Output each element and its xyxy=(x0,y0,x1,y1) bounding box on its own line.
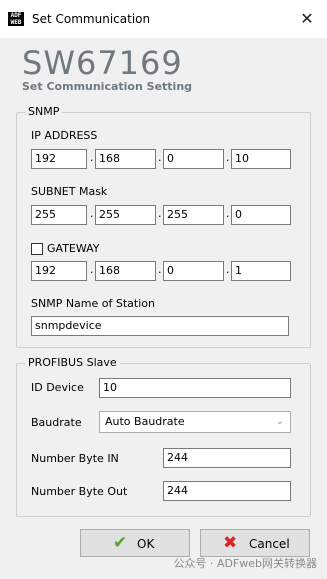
baudrate-label: Baudrate xyxy=(31,416,82,429)
gateway-dot-1: . xyxy=(90,263,94,276)
baudrate-selected: Auto Baudrate xyxy=(105,415,185,428)
ip-dot-1: . xyxy=(90,151,94,164)
watermark-text: 公众号 · ADFweb网关转换器 xyxy=(173,557,317,570)
ip-dot-3: . xyxy=(226,151,230,164)
ip-octet-3[interactable]: 0 xyxy=(163,149,224,169)
red-x-icon: ✖ xyxy=(223,533,238,553)
byte-out-label: Number Byte Out xyxy=(31,485,128,498)
ip-address-label: IP ADDRESS xyxy=(31,129,98,142)
gateway-octet-1[interactable]: 192 xyxy=(31,261,87,281)
profibus-group: PROFIBUS Slave ID Device 10 Baudrate Aut… xyxy=(16,356,311,517)
gateway-dot-2: . xyxy=(158,263,162,276)
cancel-button[interactable]: ✖ Cancel xyxy=(200,529,310,557)
byte-in-input[interactable]: 244 xyxy=(163,448,291,468)
page-title: SW67169 xyxy=(22,44,183,82)
window-title: Set Communication xyxy=(32,12,151,26)
close-button[interactable]: ✕ xyxy=(295,8,319,30)
ok-label: OK xyxy=(137,537,155,551)
ip-octet-2[interactable]: 168 xyxy=(95,149,156,169)
ip-octet-1[interactable]: 192 xyxy=(31,149,87,169)
snmp-station-label: SNMP Name of Station xyxy=(31,297,155,310)
chevron-down-icon: ⌄ xyxy=(275,416,284,427)
gateway-octet-2[interactable]: 168 xyxy=(95,261,156,281)
snmp-station-input[interactable]: snmpdevice xyxy=(31,316,289,336)
subnet-octet-3[interactable]: 255 xyxy=(163,205,224,225)
ip-octet-4[interactable]: 10 xyxy=(231,149,291,169)
profibus-legend: PROFIBUS Slave xyxy=(25,356,120,369)
snmp-group: SNMP IP ADDRESS 192 . 168 . 0 . 10 SUBNE… xyxy=(16,105,311,348)
gateway-octet-3[interactable]: 0 xyxy=(163,261,224,281)
dialog-body: SW67169 Set Communication Setting SNMP I… xyxy=(0,38,327,579)
title-bar: ADF WEB Set Communication ✕ xyxy=(0,0,327,38)
subnet-dot-3: . xyxy=(226,207,230,220)
gateway-dot-3: . xyxy=(226,263,230,276)
baudrate-select[interactable]: Auto Baudrate ⌄ xyxy=(99,411,291,433)
cancel-label: Cancel xyxy=(249,537,290,551)
subnet-mask-label: SUBNET Mask xyxy=(31,185,108,198)
gateway-octet-4[interactable]: 1 xyxy=(231,261,291,281)
byte-in-label: Number Byte IN xyxy=(31,452,119,465)
ip-dot-2: . xyxy=(158,151,162,164)
gateway-checkbox[interactable] xyxy=(31,243,43,255)
subnet-octet-4[interactable]: 0 xyxy=(231,205,291,225)
id-device-label: ID Device xyxy=(31,381,84,394)
snmp-legend: SNMP xyxy=(25,105,63,118)
checkmark-icon: ✔ xyxy=(113,533,128,553)
subnet-dot-2: . xyxy=(158,207,162,220)
ok-button[interactable]: ✔ OK xyxy=(80,529,190,557)
subnet-octet-2[interactable]: 255 xyxy=(95,205,156,225)
app-icon: ADF WEB xyxy=(8,12,24,26)
id-device-input[interactable]: 10 xyxy=(99,378,291,398)
gateway-label: GATEWAY xyxy=(47,242,100,255)
byte-out-input[interactable]: 244 xyxy=(163,481,291,501)
subnet-octet-1[interactable]: 255 xyxy=(31,205,87,225)
subnet-dot-1: . xyxy=(90,207,94,220)
page-subtitle: Set Communication Setting xyxy=(22,80,193,93)
